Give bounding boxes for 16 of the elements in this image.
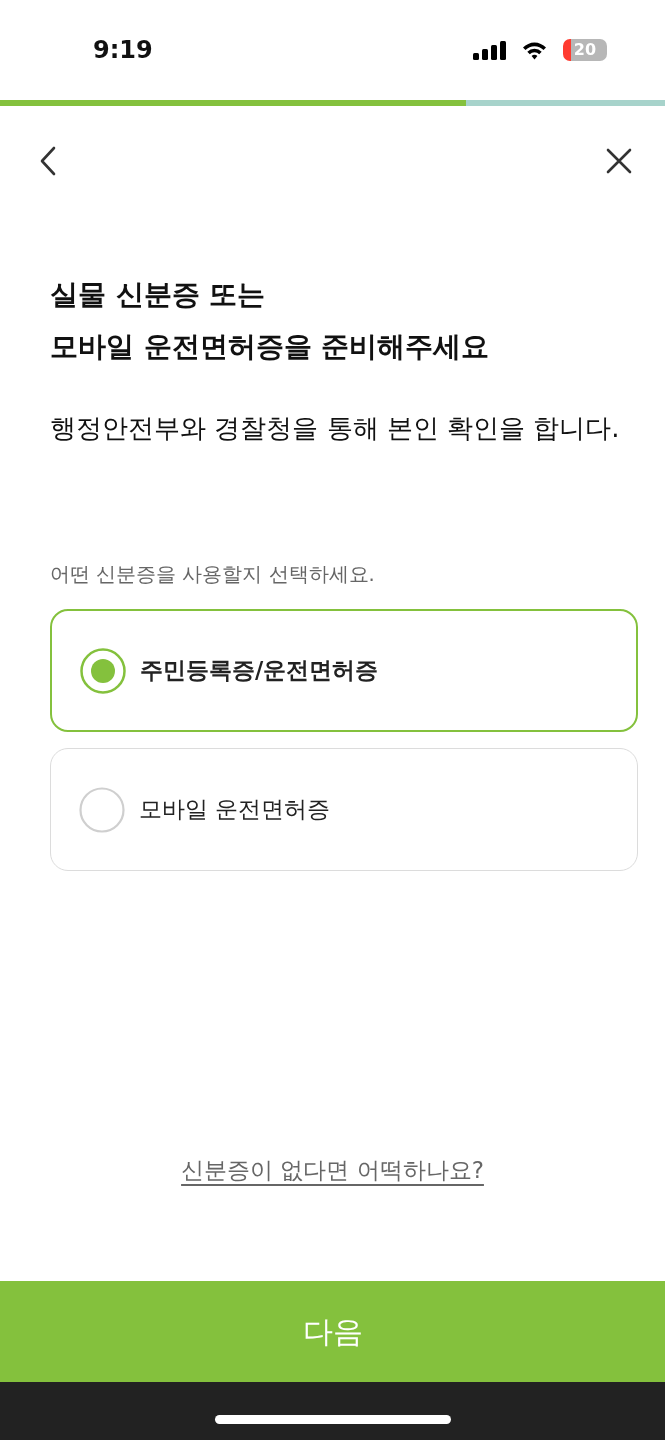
back-button[interactable] (38, 146, 58, 176)
option-label: 주민등록증/운전면허증 (140, 655, 379, 685)
status-time: 9:19 (93, 35, 153, 65)
close-button[interactable] (606, 148, 632, 174)
id-option-card[interactable]: 주민등록증/운전면허증 (50, 609, 638, 732)
back-chevron-icon (38, 146, 58, 176)
close-icon (606, 148, 632, 174)
page-title: 실물 신분증 또는 모바일 운전면허증을 준비해주세요 (50, 277, 491, 365)
wifi-icon (522, 40, 547, 60)
signal-icon (473, 40, 506, 60)
option-label: 모바일 운전면허증 (139, 794, 331, 824)
id-option-card[interactable]: 모바일 운전면허증 (50, 748, 638, 871)
help-link[interactable]: 신분증이 없다면 어떡하나요? (181, 1153, 484, 1187)
subtitle-text: 행정안전부와 경찰청을 통해 본인 확인을 합니다. (50, 412, 621, 445)
battery-indicator: 20 (563, 39, 607, 61)
selection-prompt: 어떤 신분증을 사용할지 선택하세요. (50, 562, 376, 588)
